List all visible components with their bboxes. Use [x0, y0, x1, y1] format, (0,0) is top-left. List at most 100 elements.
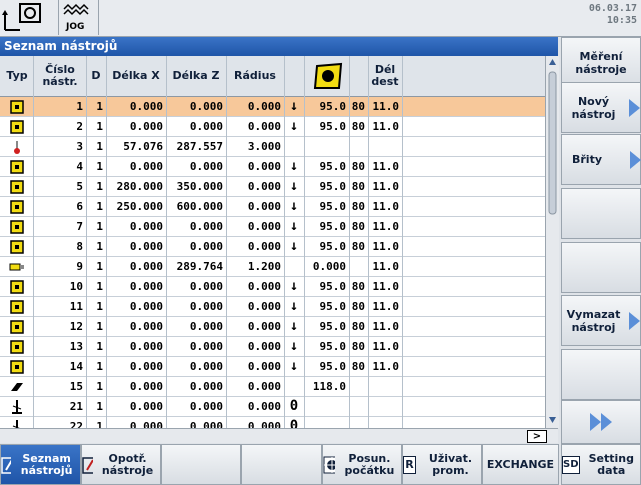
- edges-label: Břity: [572, 153, 603, 166]
- table-row[interactable]: 10 1 0.000 0.000 0.000 ↓ 95.0 80 11.0: [0, 277, 545, 297]
- horizontal-scrollbar[interactable]: >: [0, 428, 558, 443]
- col-delka-x: Délka X: [112, 69, 160, 82]
- scroll-right-button[interactable]: >: [527, 430, 547, 443]
- tool-list-tab[interactable]: Seznam nástrojů: [0, 444, 81, 485]
- cell-d: 1: [96, 340, 103, 353]
- cell-z: 0.000: [189, 400, 223, 413]
- bottom-button-3[interactable]: [161, 444, 241, 485]
- tool-wear-tab[interactable]: Opotř. nástroje: [81, 444, 161, 485]
- delete-tool-button[interactable]: Vymazat nástroj: [561, 295, 641, 346]
- table-row[interactable]: 14 1 0.000 0.000 0.000 ↓ 95.0 80 11.0: [0, 357, 545, 377]
- drill-icon: [0, 417, 33, 428]
- cell-num: 13: [69, 340, 83, 353]
- cell-r: 0.000: [247, 380, 281, 393]
- work-offset-tab[interactable]: Posun. počátku: [322, 444, 402, 485]
- bottom-button-4[interactable]: [241, 444, 322, 485]
- scrollbar-graphics: [548, 59, 557, 423]
- table-row[interactable]: 4 1 0.000 0.000 0.000 ↓ 95.0 80 11.0: [0, 157, 545, 177]
- cell-x: 0.000: [129, 400, 163, 413]
- table-row[interactable]: 21 1 0.000 0.000 0.000 0: [0, 397, 545, 417]
- machine-axes-icon: [2, 3, 41, 31]
- table-row[interactable]: 8 1 0.000 0.000 0.000 ↓ 95.0 80 11.0: [0, 237, 545, 257]
- cell-a: 95.0: [319, 300, 347, 313]
- side-button-4[interactable]: [561, 188, 641, 239]
- table-row[interactable]: 22 1 0.000 0.000 0.000 0: [0, 417, 545, 428]
- cell-d: 1: [96, 420, 103, 428]
- table-row[interactable]: 13 1 0.000 0.000 0.000 ↓ 95.0 80 11.0: [0, 337, 545, 357]
- cell-x: 250.000: [116, 200, 163, 213]
- turning-insert-icon: [0, 197, 33, 216]
- cell-z: 0.000: [189, 360, 223, 373]
- side-button-5[interactable]: [561, 242, 641, 293]
- cell-z: 0.000: [189, 240, 223, 253]
- cell-c: 11.0: [372, 120, 400, 133]
- cell-a: 95.0: [319, 320, 347, 333]
- table-row[interactable]: 7 1 0.000 0.000 0.000 ↓ 95.0 80 11.0: [0, 217, 545, 237]
- cell-r: 0.000: [247, 120, 281, 133]
- cell-dir: ↓: [289, 318, 299, 334]
- table-row[interactable]: 15 1 0.000 0.000 0.000 118.0: [0, 377, 545, 397]
- cell-z: 0.000: [189, 380, 223, 393]
- cell-b: 80: [351, 200, 365, 213]
- cell-z: 0.000: [189, 320, 223, 333]
- cell-d: 1: [96, 200, 103, 213]
- cell-d: 1: [96, 220, 103, 233]
- cell-z: 600.000: [176, 200, 223, 213]
- cell-dir: ↓: [289, 298, 299, 314]
- table-row[interactable]: 2 1 0.000 0.000 0.000 ↓ 95.0 80 11.0: [0, 117, 545, 137]
- cell-d: 1: [96, 280, 103, 293]
- cell-num: 2: [76, 120, 83, 133]
- cell-c: 11.0: [372, 340, 400, 353]
- setting-data-tab[interactable]: SD Setting data: [561, 444, 641, 485]
- cell-d: 1: [96, 240, 103, 253]
- vertical-scrollbar[interactable]: [545, 56, 559, 428]
- turning-insert-icon: [0, 97, 33, 116]
- cell-b: 80: [351, 300, 365, 313]
- cell-a: 95.0: [319, 220, 347, 233]
- r-param-icon: R: [403, 455, 416, 474]
- cell-z: 0.000: [189, 220, 223, 233]
- table-row[interactable]: 6 1 250.000 600.000 0.000 ↓ 95.0 80 11.0: [0, 197, 545, 217]
- cell-num: 11: [69, 300, 83, 313]
- tool-wear-label: Opotř. nástroje: [101, 451, 154, 477]
- date-label: 06.03.17: [588, 3, 637, 14]
- turning-insert-icon: [0, 297, 33, 316]
- user-variables-tab[interactable]: R Uživat. prom.: [402, 444, 482, 485]
- cell-r: 0.000: [247, 300, 281, 313]
- cell-x: 0.000: [129, 260, 163, 273]
- cell-dir: ↓: [289, 278, 299, 294]
- edges-button[interactable]: Břity: [561, 134, 641, 185]
- cell-num: 8: [76, 240, 83, 253]
- cell-z: 350.000: [176, 180, 223, 193]
- cell-a: 95.0: [319, 180, 347, 193]
- exchange-button[interactable]: EXCHANGE: [482, 444, 559, 485]
- measure-tool-button[interactable]: Měření nástroje: [561, 37, 641, 88]
- cell-a: 95.0: [319, 160, 347, 173]
- cell-a: 95.0: [319, 120, 347, 133]
- chevron-right-icon: [629, 311, 640, 330]
- next-page-button[interactable]: [561, 400, 641, 444]
- user-variables-label: Uživat. prom.: [428, 451, 473, 477]
- cell-c: 11.0: [372, 200, 400, 213]
- cell-d: 1: [96, 180, 103, 193]
- turning-insert-icon: [0, 357, 33, 376]
- side-button-7[interactable]: [561, 349, 641, 400]
- table-row[interactable]: 3 1 57.076 287.557 3.000: [0, 137, 545, 157]
- table-row[interactable]: 5 1 280.000 350.000 0.000 ↓ 95.0 80 11.0: [0, 177, 545, 197]
- cell-d: 1: [96, 360, 103, 373]
- table-row[interactable]: 9 1 0.000 289.764 1.200 0.000 11.0: [0, 257, 545, 277]
- cell-c: 11.0: [372, 260, 400, 273]
- machine-area-button[interactable]: [0, 0, 59, 35]
- cell-dir: ↓: [289, 178, 299, 194]
- cell-dir: ↓: [289, 218, 299, 234]
- cell-b: 80: [351, 180, 365, 193]
- cell-dir: ↓: [289, 338, 299, 354]
- new-tool-button[interactable]: Nový nástroj: [561, 82, 641, 133]
- cell-dir: ↓: [289, 98, 299, 114]
- cell-a: 118.0: [312, 380, 346, 393]
- table-row[interactable]: 12 1 0.000 0.000 0.000 ↓ 95.0 80 11.0: [0, 317, 545, 337]
- cell-c: 11.0: [372, 180, 400, 193]
- table-row[interactable]: 1 1 0.000 0.000 0.000 ↓ 95.0 80 11.0: [0, 97, 545, 117]
- cell-dir: [284, 377, 304, 396]
- table-row[interactable]: 11 1 0.000 0.000 0.000 ↓ 95.0 80 11.0: [0, 297, 545, 317]
